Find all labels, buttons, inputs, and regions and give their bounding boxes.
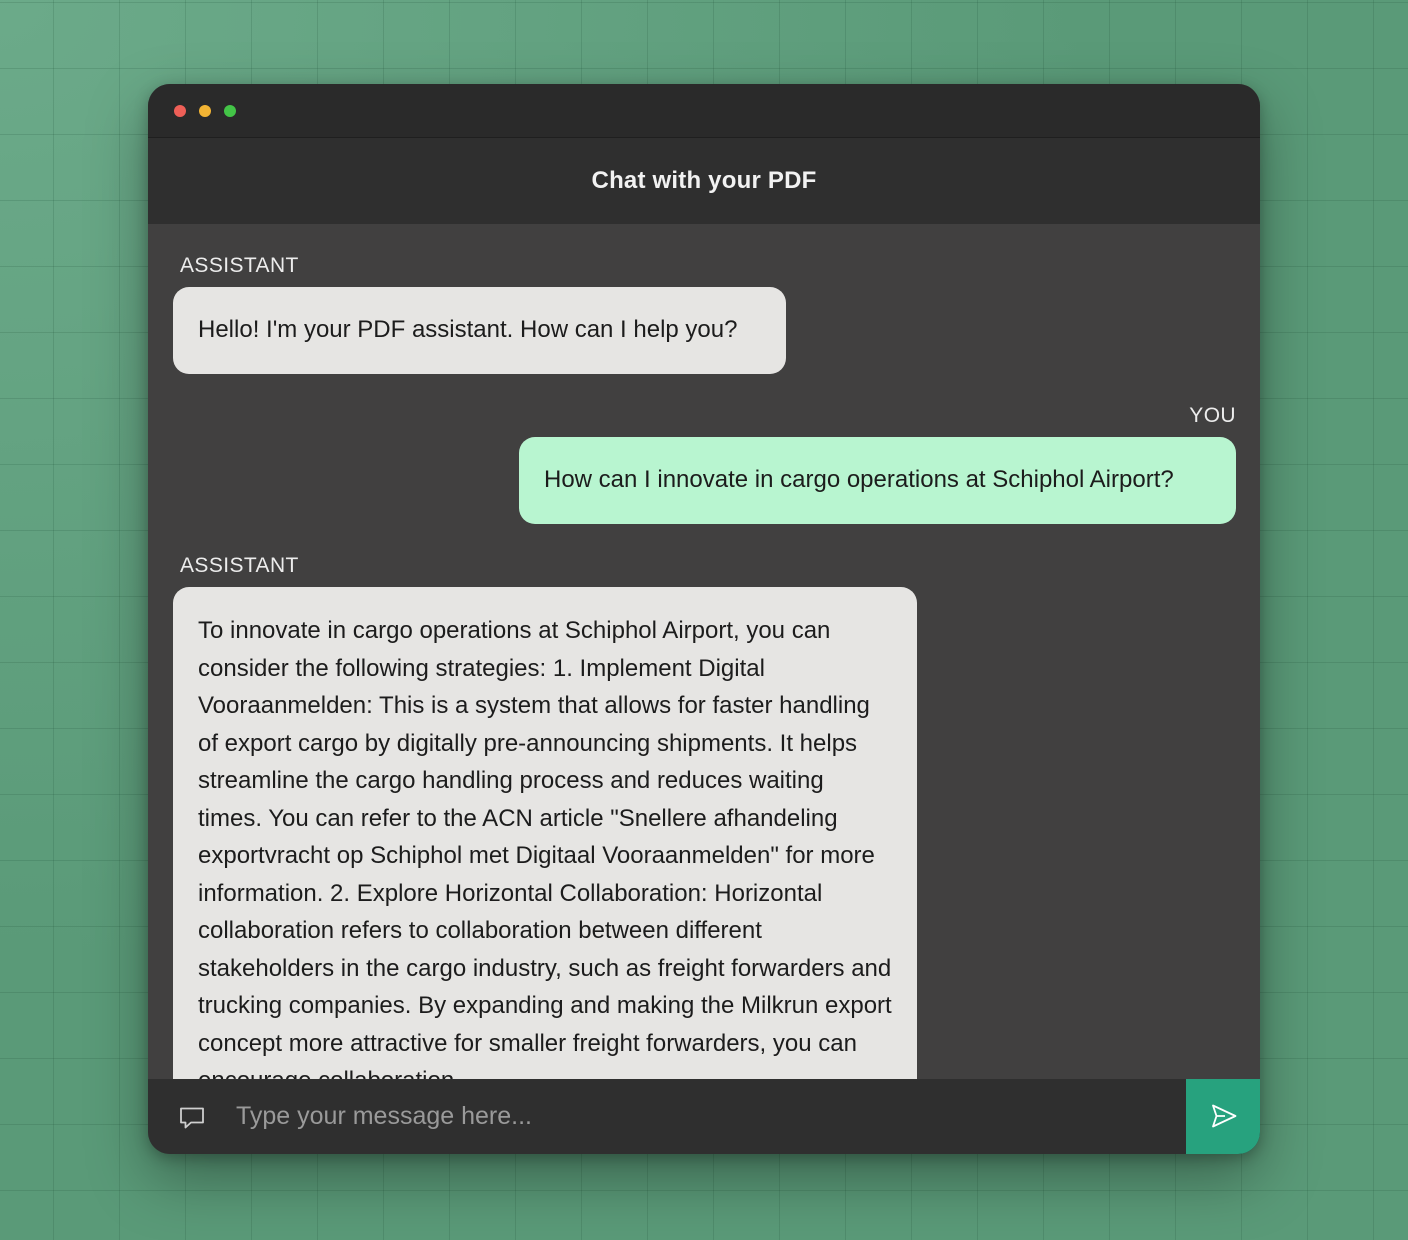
assistant-message-bubble: Hello! I'm your PDF assistant. How can I… (173, 287, 786, 374)
zoom-window-button[interactable] (224, 105, 236, 117)
message-input[interactable] (236, 1079, 1176, 1154)
chat-window: Chat with your PDF ASSISTANT Hello! I'm … (148, 84, 1260, 1154)
message-composer (148, 1079, 1260, 1154)
user-role-label: YOU (1189, 404, 1236, 427)
window-titlebar (148, 84, 1260, 138)
message-list[interactable]: ASSISTANT Hello! I'm your PDF assistant.… (148, 224, 1260, 1079)
close-window-button[interactable] (174, 105, 186, 117)
chat-bubble-icon (178, 1105, 206, 1131)
page-title: Chat with your PDF (591, 167, 817, 194)
chat-header: Chat with your PDF (148, 138, 1260, 224)
assistant-message-bubble: To innovate in cargo operations at Schip… (173, 587, 917, 1079)
send-button[interactable] (1186, 1079, 1260, 1154)
assistant-role-label: ASSISTANT (180, 554, 299, 577)
user-message-bubble: How can I innovate in cargo operations a… (519, 437, 1236, 524)
minimize-window-button[interactable] (199, 105, 211, 117)
assistant-role-label: ASSISTANT (180, 254, 299, 277)
